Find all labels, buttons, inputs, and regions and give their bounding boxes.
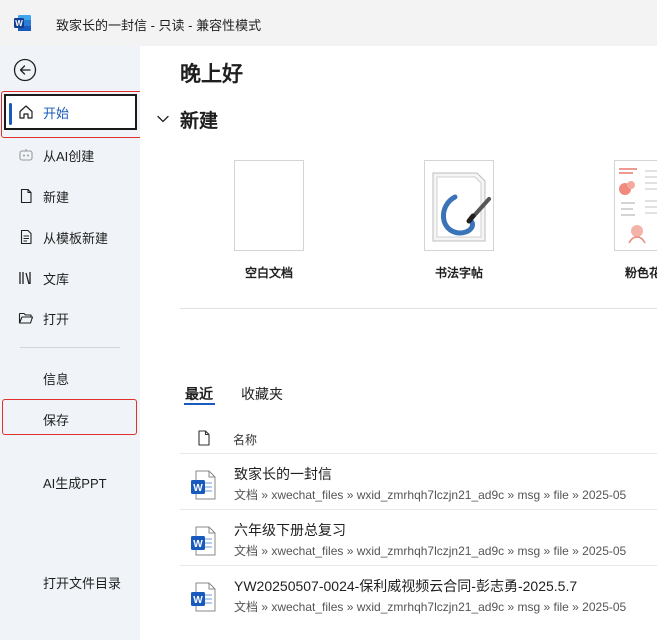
section-divider bbox=[180, 308, 657, 309]
file-name: YW20250507-0024-保利威视频云合同-彭志勇-2025.5.7 bbox=[234, 578, 578, 594]
sidebar-item-ai-ppt[interactable]: AI生成PPT bbox=[43, 473, 107, 492]
template-thumbnail bbox=[614, 160, 657, 251]
template-label: 书法字帖 bbox=[434, 266, 483, 280]
title-bar: W 致家长的一封信 - 只读 - 兼容性模式 bbox=[0, 0, 657, 46]
sidebar-item-label: 打开 bbox=[43, 311, 70, 327]
sidebar-item-open[interactable]: 打开 bbox=[4, 300, 137, 336]
new-section-title: 新建 bbox=[180, 111, 219, 132]
backstage-main: 晚上好 新建 空白文档 书法字帖 粉色花 最近 收藏夹 名称 W 致家长的一封信… bbox=[140, 46, 657, 640]
window-title: 致家长的一封信 - 只读 - 兼容性模式 bbox=[56, 18, 262, 33]
sidebar-item-new[interactable]: 新建 bbox=[4, 178, 137, 214]
pink-flower-template-preview bbox=[615, 161, 657, 250]
row-separator bbox=[180, 453, 657, 454]
file-path: 文档 » xwechat_files » wxid_zmrhqh7lczjn21… bbox=[234, 488, 627, 502]
recent-file-row[interactable]: W 致家长的一封信 文档 » xwechat_files » wxid_zmrh… bbox=[180, 464, 657, 514]
svg-text:W: W bbox=[193, 595, 203, 606]
active-indicator bbox=[9, 103, 12, 125]
sidebar-item-label: 从AI创建 bbox=[43, 148, 95, 164]
row-separator bbox=[180, 565, 657, 566]
sidebar-item-open-file-location[interactable]: 打开文件目录 bbox=[43, 573, 121, 592]
greeting-heading: 晚上好 bbox=[180, 63, 243, 86]
sidebar-item-label: 从模板新建 bbox=[43, 230, 109, 246]
template-pink-flowers[interactable]: 粉色花卉 bbox=[614, 160, 657, 280]
sidebar-item-home[interactable]: 开始 bbox=[4, 94, 137, 130]
sidebar-item-info[interactable]: 信息 bbox=[43, 369, 69, 388]
word-logo-icon: W bbox=[14, 15, 31, 31]
ai-create-icon bbox=[17, 146, 35, 164]
highlight-box-save bbox=[2, 399, 137, 435]
svg-text:W: W bbox=[193, 483, 203, 494]
template-icon bbox=[17, 228, 35, 246]
file-path: 文档 » xwechat_files » wxid_zmrhqh7lczjn21… bbox=[234, 544, 627, 558]
sidebar-item-save[interactable]: 保存 bbox=[43, 410, 69, 429]
template-calligraphy[interactable]: 书法字帖 bbox=[424, 160, 494, 280]
word-file-icon: W bbox=[191, 470, 216, 500]
sidebar-divider bbox=[20, 347, 120, 348]
chevron-down-icon[interactable] bbox=[156, 112, 170, 126]
template-blank-document[interactable]: 空白文档 bbox=[234, 160, 304, 280]
row-separator bbox=[180, 509, 657, 510]
tab-recent[interactable]: 最近 bbox=[185, 384, 213, 404]
back-arrow-icon[interactable] bbox=[13, 58, 37, 82]
sidebar-item-label: 文库 bbox=[43, 271, 70, 287]
template-label: 空白文档 bbox=[244, 266, 293, 280]
folder-open-icon bbox=[17, 309, 35, 327]
file-path: 文档 » xwechat_files » wxid_zmrhqh7lczjn21… bbox=[234, 600, 627, 614]
recent-file-row[interactable]: W 六年级下册总复习 文档 » xwechat_files » wxid_zmr… bbox=[180, 520, 657, 570]
sidebar-item-ai-create[interactable]: 从AI创建 bbox=[4, 137, 137, 173]
backstage-sidebar: 开始 从AI创建 新建 从模板新建 文库 打开 信息 保存 AI生成PPT 打开… bbox=[0, 46, 144, 640]
sidebar-item-library[interactable]: 文库 bbox=[4, 260, 137, 296]
tab-favorites[interactable]: 收藏夹 bbox=[241, 384, 283, 404]
svg-text:W: W bbox=[193, 539, 203, 550]
recent-file-row[interactable]: W YW20250507-0024-保利威视频云合同-彭志勇-2025.5.7 … bbox=[180, 576, 657, 626]
sidebar-item-new-from-template[interactable]: 从模板新建 bbox=[4, 219, 137, 255]
new-document-icon bbox=[17, 187, 35, 205]
sidebar-item-label: 开始 bbox=[43, 105, 70, 121]
template-thumbnail bbox=[424, 160, 494, 251]
calligraphy-brush-icon bbox=[425, 161, 493, 250]
library-icon bbox=[17, 269, 35, 287]
sidebar-item-label: 新建 bbox=[43, 189, 70, 205]
svg-text:W: W bbox=[15, 19, 23, 28]
column-header-name[interactable]: 名称 bbox=[233, 431, 257, 448]
word-file-icon: W bbox=[191, 526, 216, 556]
file-name: 六年级下册总复习 bbox=[234, 522, 346, 538]
file-name: 致家长的一封信 bbox=[234, 466, 332, 482]
word-file-icon: W bbox=[191, 582, 216, 612]
home-icon bbox=[17, 103, 35, 121]
template-label: 粉色花卉 bbox=[624, 266, 657, 280]
file-type-icon bbox=[198, 430, 210, 446]
template-thumbnail bbox=[234, 160, 304, 251]
tab-active-underline bbox=[184, 403, 215, 405]
